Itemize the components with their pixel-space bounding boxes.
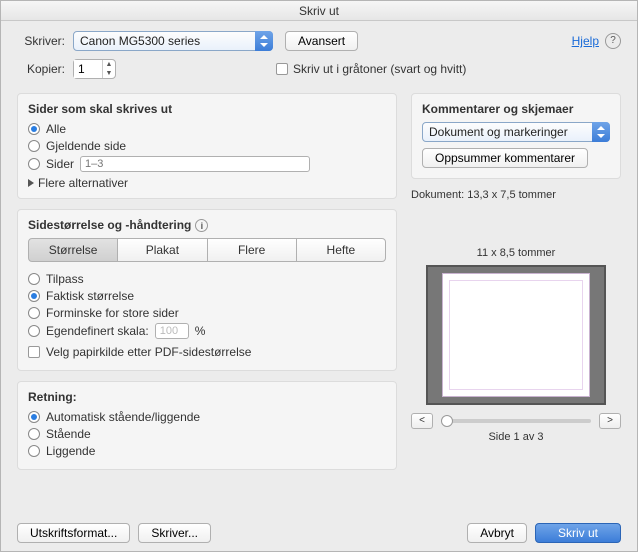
help-link[interactable]: Hjelp (572, 34, 599, 48)
radio-pages[interactable] (28, 158, 40, 170)
summarize-comments-button[interactable]: Oppsummer kommentarer (422, 148, 588, 168)
radio-fit[interactable] (28, 273, 40, 285)
comments-select-value: Dokument og markeringer (422, 122, 610, 142)
help-icon[interactable]: ? (605, 33, 621, 49)
radio-current-label: Gjeldende side (46, 139, 126, 153)
info-icon[interactable]: i (195, 219, 208, 232)
orientation-title: Retning: (28, 390, 386, 404)
pages-group: Sider som skal skrives ut Alle Gjeldende… (17, 93, 397, 199)
pct-label: % (195, 324, 206, 338)
print-button[interactable]: Skriv ut (535, 523, 621, 543)
sizing-tabs: Størrelse Plakat Flere Hefte (28, 238, 386, 262)
radio-landscape-label: Liggende (46, 444, 95, 458)
radio-auto-orient-label: Automatisk stående/liggende (46, 410, 200, 424)
tab-multiple[interactable]: Flere (208, 238, 297, 262)
radio-pages-label: Sider (46, 157, 74, 171)
printer-select-value: Canon MG5300 series (73, 31, 273, 51)
radio-portrait-label: Stående (46, 427, 91, 441)
radio-all[interactable] (28, 123, 40, 135)
page-counter: Side 1 av 3 (411, 431, 621, 443)
radio-actual[interactable] (28, 290, 40, 302)
radio-current[interactable] (28, 140, 40, 152)
pages-title: Sider som skal skrives ut (28, 102, 386, 116)
radio-auto-orient[interactable] (28, 411, 40, 423)
custom-scale-input[interactable] (155, 323, 189, 339)
radio-actual-label: Faktisk størrelse (46, 289, 134, 303)
page-setup-button[interactable]: Utskriftsformat... (17, 523, 130, 543)
radio-custom-scale[interactable] (28, 325, 40, 337)
copies-stepper[interactable]: ▲▼ (73, 59, 116, 79)
tab-poster[interactable]: Plakat (118, 238, 207, 262)
comments-title: Kommentarer og skjemaer (422, 102, 610, 116)
preview-paper (442, 273, 590, 397)
disclosure-triangle-icon (28, 179, 34, 187)
more-options-toggle[interactable]: Flere alternativer (28, 176, 386, 190)
advanced-button[interactable]: Avansert (285, 31, 358, 51)
orientation-group: Retning: Automatisk stående/liggende Stå… (17, 381, 397, 470)
radio-shrink-label: Forminske for store sider (46, 306, 179, 320)
radio-portrait[interactable] (28, 428, 40, 440)
paper-dimensions: 11 x 8,5 tommer (411, 247, 621, 259)
radio-landscape[interactable] (28, 445, 40, 457)
comments-group: Kommentarer og skjemaer Dokument og mark… (411, 93, 621, 179)
radio-shrink[interactable] (28, 307, 40, 319)
copies-label: Kopier: (17, 62, 65, 76)
cancel-button[interactable]: Avbryt (467, 523, 527, 543)
preview-next-button[interactable]: > (599, 413, 621, 429)
copies-input[interactable] (74, 60, 102, 78)
comments-select[interactable]: Dokument og markeringer (422, 122, 610, 142)
stepper-buttons[interactable]: ▲▼ (102, 60, 115, 78)
pages-range-input[interactable] (80, 156, 310, 172)
grayscale-checkbox[interactable] (276, 63, 288, 75)
radio-all-label: Alle (46, 122, 66, 136)
paper-source-checkbox[interactable] (28, 346, 40, 358)
document-dimensions: Dokument: 13,3 x 7,5 tommer (411, 189, 621, 201)
paper-source-label: Velg papirkilde etter PDF-sidestørrelse (46, 345, 251, 359)
window-title: Skriv ut (1, 1, 637, 21)
sizing-title: Sidestørrelse og -håndtering (28, 218, 191, 232)
more-options-label: Flere alternativer (38, 176, 128, 190)
slider-thumb[interactable] (441, 415, 453, 427)
preview-prev-button[interactable]: < (411, 413, 433, 429)
preview-slider[interactable] (441, 419, 591, 423)
tab-booklet[interactable]: Hefte (297, 238, 386, 262)
sizing-group: Sidestørrelse og -håndtering i Størrelse… (17, 209, 397, 371)
printer-select[interactable]: Canon MG5300 series (73, 31, 273, 51)
printer-label: Skriver: (17, 34, 65, 48)
tab-size[interactable]: Størrelse (28, 238, 118, 262)
custom-scale-label: Egendefinert skala: (46, 324, 149, 338)
printer-settings-button[interactable]: Skriver... (138, 523, 211, 543)
grayscale-label: Skriv ut i gråtoner (svart og hvitt) (293, 62, 466, 76)
page-preview (426, 265, 606, 405)
radio-fit-label: Tilpass (46, 272, 84, 286)
